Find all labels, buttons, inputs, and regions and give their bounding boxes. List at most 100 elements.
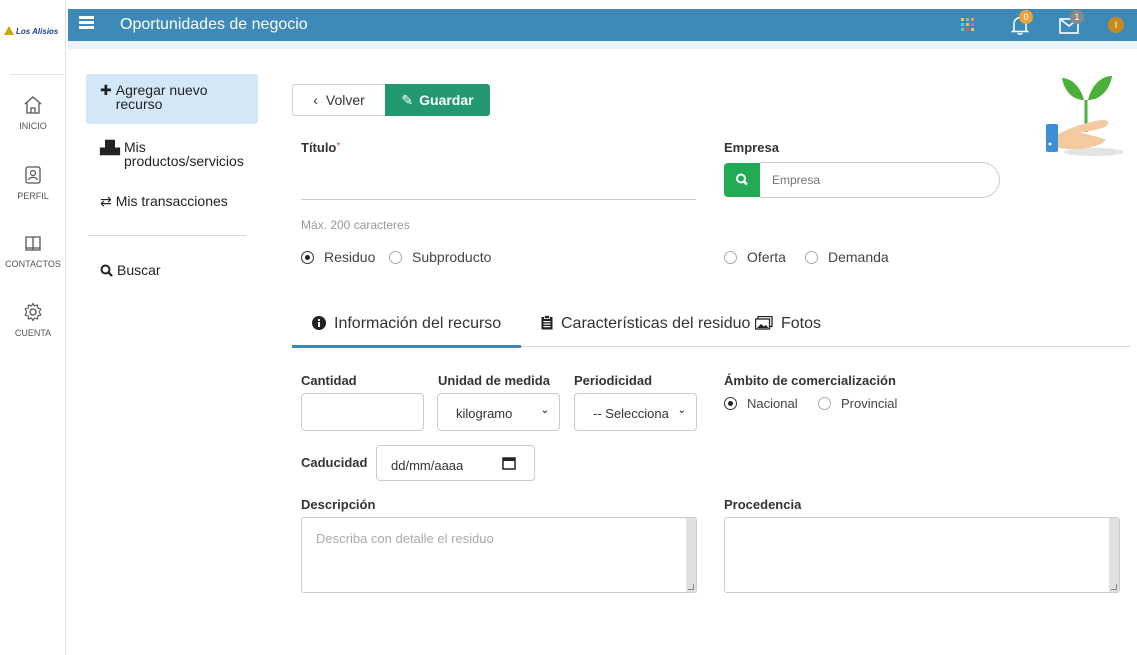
radio-provincial[interactable]: Provincial [818, 396, 897, 411]
search-icon [736, 173, 748, 186]
hamburger-menu-icon[interactable] [79, 14, 97, 34]
tab-active-indicator [292, 345, 521, 348]
rail-item-label: CONTACTOS [5, 259, 61, 269]
home-icon [24, 96, 42, 114]
cantidad-input[interactable] [301, 393, 424, 431]
back-button-label: Volver [325, 92, 365, 108]
chevron-left-icon: ‹ [313, 92, 318, 108]
calendar-icon[interactable] [502, 456, 516, 470]
radio-oferta[interactable]: Oferta [724, 249, 786, 265]
procedencia-label: Procedencia [724, 497, 802, 512]
sidebar-item-add-new[interactable]: ✚ Agregar nuevo recurso [100, 83, 246, 111]
logo-text: Los Alisios [16, 27, 59, 36]
radio-label: Demanda [828, 249, 889, 265]
unidad-label: Unidad de medida [438, 373, 550, 388]
page-title: Oportunidades de negocio [120, 16, 308, 33]
rail-item-label: CUENTA [14, 328, 52, 338]
tab-fotos[interactable]: Fotos [755, 315, 821, 333]
periodicidad-select[interactable]: -- Selecciona ⌄ [574, 393, 697, 431]
unidad-select-value: kilogramo [456, 406, 513, 421]
unidad-select[interactable]: kilogramo ⌄ [437, 393, 560, 431]
scrollbar[interactable] [1109, 518, 1119, 592]
logo-mark-icon [4, 26, 14, 35]
resize-handle-icon[interactable] [688, 584, 694, 590]
radio-dot [805, 251, 818, 264]
descripcion-placeholder: Describa con detalle el residuo [316, 531, 494, 546]
rail-item-perfil[interactable]: PERFIL [0, 165, 66, 201]
chevron-down-icon: ⌄ [677, 405, 686, 416]
messages-badge: 1 [1070, 10, 1084, 24]
empresa-search-button[interactable] [724, 163, 760, 197]
ambito-label: Ámbito de comercialización [724, 373, 896, 388]
top-bar-shadow [68, 41, 1137, 49]
tab-label: Fotos [781, 315, 822, 332]
top-bar: Oportunidades de negocio 0 1 I [68, 9, 1137, 41]
date-placeholder: dd/mm/aaaa [391, 458, 464, 473]
procedencia-textarea[interactable] [724, 517, 1120, 593]
caducidad-date-input[interactable]: dd/mm/aaaa [376, 445, 535, 481]
descripcion-textarea[interactable]: Describa con detalle el residuo [301, 517, 697, 593]
radio-dot-checked [724, 397, 737, 410]
empresa-label: Empresa [724, 140, 779, 155]
images-icon [755, 316, 773, 330]
radio-label: Provincial [841, 396, 898, 411]
radio-label: Subproducto [412, 249, 492, 265]
scrollbar[interactable] [686, 518, 696, 592]
tab-label: Información del recurso [334, 315, 502, 332]
sidebar-item-my-products[interactable]: ▟▙ Mis productos/servicios [100, 140, 254, 168]
notifications-badge: 0 [1019, 10, 1033, 24]
plant-hand-illustration [1046, 76, 1124, 156]
radio-demanda[interactable]: Demanda [805, 249, 889, 265]
radio-label: Nacional [747, 396, 798, 411]
periodicidad-select-value: -- Selecciona [593, 406, 669, 421]
notifications-button[interactable]: 0 [1009, 10, 1033, 41]
required-asterisk: * [336, 141, 341, 152]
radio-label: Residuo [324, 249, 376, 265]
radio-dot [818, 397, 831, 410]
descripcion-label: Descripción [301, 497, 376, 512]
resize-handle-icon[interactable] [1111, 584, 1117, 590]
gear-icon [24, 302, 42, 322]
clipboard-icon [541, 315, 553, 330]
radio-residuo[interactable]: Residuo [301, 249, 375, 265]
rail-item-cuenta[interactable]: CUENTA [0, 302, 66, 338]
sidebar-item-label: Agregar nuevo recurso [115, 82, 208, 112]
messages-button[interactable]: 1 [1058, 10, 1084, 41]
sidebar-item-search[interactable]: Buscar [100, 263, 161, 277]
boxes-icon: ▟▙ [100, 140, 120, 155]
tab-informacion-recurso[interactable]: Información del recurso [312, 315, 501, 333]
title-help-text: Máx. 200 caracteres [301, 218, 410, 232]
sidebar-item-my-transactions[interactable]: ⇄ Mis transacciones [100, 194, 228, 208]
info-circle-icon [312, 316, 326, 330]
radio-dot-checked [301, 251, 314, 264]
transfer-arrows-icon: ⇄ [100, 193, 112, 209]
title-label: Título* [301, 140, 340, 155]
radio-subproducto[interactable]: Subproducto [389, 249, 491, 265]
icon-rail: Los Alisios INICIO PERFIL CONTACTOS CUEN… [0, 0, 66, 655]
apps-grid-icon[interactable] [961, 18, 975, 32]
search-icon [100, 264, 113, 277]
save-button[interactable]: ✎ Guardar [385, 84, 490, 116]
avatar[interactable]: I [1108, 17, 1124, 33]
radio-label: Oferta [747, 249, 786, 265]
rail-item-inicio[interactable]: INICIO [0, 95, 66, 131]
sidebar-item-label: Mis transacciones [115, 193, 228, 209]
sidebar-item-label: Mis productos/servicios [124, 139, 244, 169]
profile-icon [25, 166, 41, 184]
sidebar-item-label: Buscar [117, 262, 161, 278]
tab-caracteristicas-residuo[interactable]: Características del residuo [541, 315, 750, 333]
cantidad-label: Cantidad [301, 373, 357, 388]
rail-item-label: PERFIL [17, 191, 49, 201]
back-button[interactable]: ‹ Volver [292, 84, 386, 116]
rail-divider [10, 74, 64, 75]
logo[interactable]: Los Alisios [4, 26, 64, 40]
title-input[interactable] [301, 170, 696, 200]
contacts-book-icon [25, 236, 41, 251]
rail-item-contactos[interactable]: CONTACTOS [0, 233, 66, 269]
rail-item-label: INICIO [19, 121, 47, 131]
empresa-input[interactable] [760, 162, 1000, 198]
caducidad-label: Caducidad [301, 455, 368, 470]
save-button-label: Guardar [419, 92, 474, 108]
pencil-icon: ✎ [401, 92, 414, 108]
radio-nacional[interactable]: Nacional [724, 396, 798, 411]
